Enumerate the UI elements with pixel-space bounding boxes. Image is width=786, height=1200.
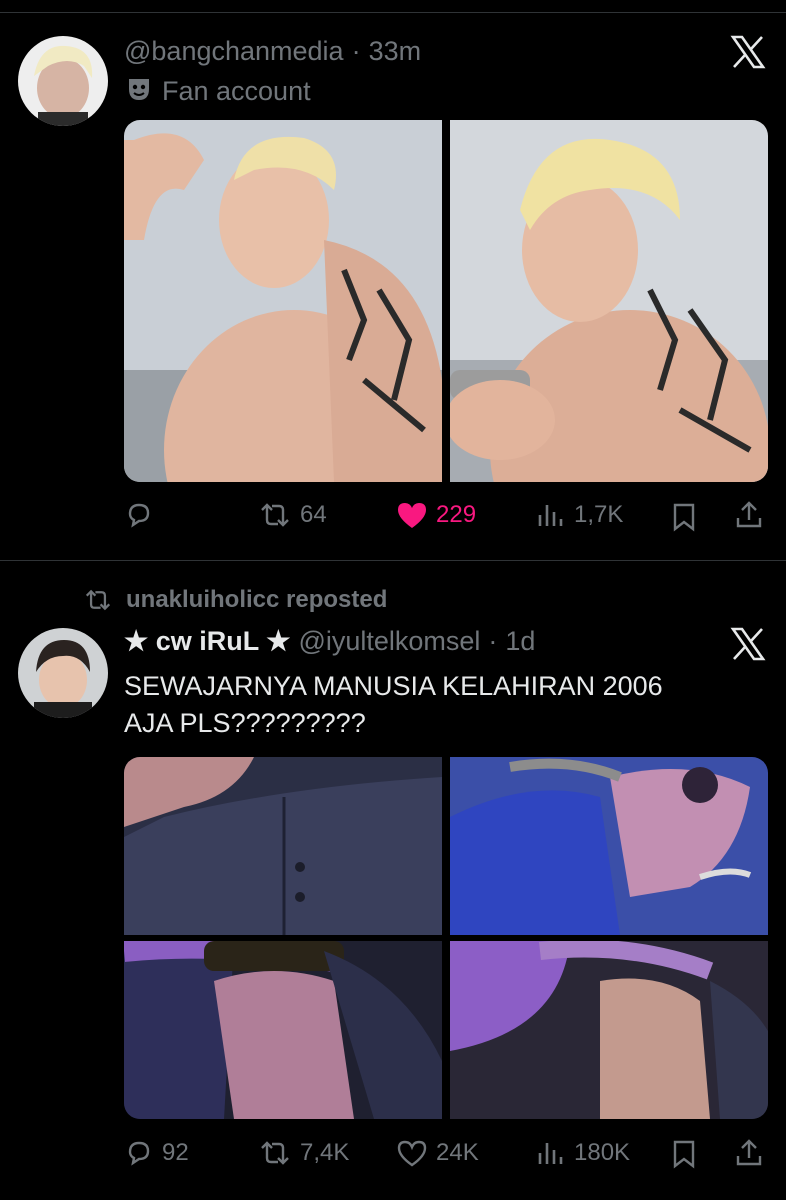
account-label: Fan account bbox=[126, 76, 311, 107]
reply-icon bbox=[128, 503, 150, 528]
heart-filled-icon bbox=[398, 503, 426, 528]
post-image-2[interactable] bbox=[450, 757, 768, 935]
post-image-3[interactable] bbox=[124, 941, 442, 1119]
separator-dot: · bbox=[488, 626, 498, 656]
post-time[interactable]: 1d bbox=[505, 626, 535, 657]
repost-count: 64 bbox=[300, 501, 327, 528]
user-handle[interactable]: @iyultelkomsel bbox=[298, 626, 480, 657]
reply-icon bbox=[128, 1141, 150, 1166]
post-header: ★ cw iRuL ★ @iyultelkomsel · 1d bbox=[124, 626, 535, 657]
post-text: SEWAJARNYA MANUSIA KELAHIRAN 2006 AJA PL… bbox=[124, 668, 663, 742]
bookmark-icon[interactable] bbox=[670, 1139, 698, 1174]
repost-icon bbox=[261, 503, 289, 527]
heart-outline-icon bbox=[397, 1140, 427, 1167]
repost-button[interactable]: 7,4K bbox=[258, 1138, 349, 1168]
post-image-4[interactable] bbox=[450, 941, 768, 1119]
like-button[interactable]: 24K bbox=[396, 1138, 479, 1168]
like-count: 229 bbox=[436, 501, 477, 528]
views-button[interactable]: 1,7K bbox=[536, 500, 623, 530]
post-header: @bangchanmedia · 33m bbox=[124, 36, 421, 67]
repost-indicator: unakluiholicc reposted bbox=[82, 586, 387, 614]
reply-count: 92 bbox=[162, 1139, 189, 1166]
separator-dot: · bbox=[351, 36, 361, 66]
bookmark-icon[interactable] bbox=[670, 502, 698, 537]
repost-count: 7,4K bbox=[300, 1139, 350, 1166]
views-button[interactable]: 180K bbox=[536, 1138, 630, 1168]
share-icon[interactable] bbox=[734, 500, 764, 535]
mask-icon bbox=[126, 76, 152, 107]
repost-icon bbox=[261, 1141, 289, 1165]
post-text-line-2: AJA PLS????????? bbox=[124, 708, 366, 738]
fan-account-label: Fan account bbox=[162, 76, 311, 106]
x-logo-icon[interactable] bbox=[730, 34, 766, 75]
display-name[interactable]: ★ cw iRuL ★ bbox=[124, 626, 290, 657]
views-count: 180K bbox=[574, 1139, 631, 1166]
views-count: 1,7K bbox=[574, 501, 624, 528]
like-count: 24K bbox=[436, 1139, 479, 1166]
views-icon bbox=[538, 1143, 563, 1164]
share-icon[interactable] bbox=[734, 1138, 764, 1173]
like-button[interactable]: 229 bbox=[396, 500, 476, 530]
top-divider bbox=[0, 12, 786, 13]
post-time[interactable]: 33m bbox=[369, 36, 422, 67]
user-handle[interactable]: @bangchanmedia bbox=[124, 36, 344, 67]
avatar[interactable] bbox=[18, 36, 108, 126]
post-text-line-1: SEWAJARNYA MANUSIA KELAHIRAN 2006 bbox=[124, 671, 663, 701]
repost-icon bbox=[85, 589, 111, 611]
post-image-1[interactable] bbox=[124, 120, 442, 482]
reply-button[interactable]: 92 bbox=[124, 1138, 189, 1168]
post-image-2[interactable] bbox=[450, 120, 768, 482]
reposted-by-label[interactable]: unakluiholicc reposted bbox=[126, 586, 387, 614]
avatar[interactable] bbox=[18, 628, 108, 718]
repost-button[interactable]: 64 bbox=[258, 500, 327, 530]
post-divider bbox=[0, 560, 786, 561]
post-image-1[interactable] bbox=[124, 757, 442, 935]
reply-button[interactable] bbox=[124, 500, 162, 530]
x-logo-icon[interactable] bbox=[730, 626, 766, 667]
views-icon bbox=[538, 505, 563, 526]
